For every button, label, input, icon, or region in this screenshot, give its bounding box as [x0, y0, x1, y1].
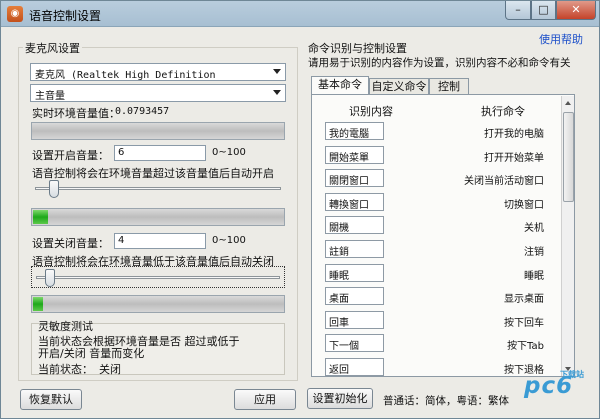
col-recognize-header: 识别内容 [349, 105, 393, 118]
close-level-fill [33, 297, 43, 311]
slider-thumb[interactable] [49, 180, 60, 198]
ambient-volume-label: 实时环境音量值： [32, 107, 120, 120]
volume-select[interactable]: 主音量 [30, 84, 286, 102]
ambient-volume-value: 0.0793457 [115, 106, 170, 117]
mic-group-title: 麦克风设置 [23, 40, 82, 56]
watermark-sub: 下载站 [560, 370, 584, 379]
command-list-panel: 识别内容 执行命令 我的電腦 打开我的电脑開始菜單 打开开始菜单關閉窗口 关闭当前活动… [311, 94, 575, 377]
close-button[interactable]: ✕ [556, 1, 596, 20]
status-value: 关闭 [99, 363, 121, 376]
command-list-scrollbar[interactable] [561, 96, 574, 376]
slider-track [35, 187, 281, 190]
recognize-input[interactable]: 轉換窗口 [325, 192, 384, 211]
close-volume-slider[interactable] [31, 266, 285, 288]
command-group-title: 命令识别与控制设置 [308, 42, 407, 55]
language-footer: 普通话：简体，粤语：繁体 [383, 395, 509, 407]
close-level-bar [31, 295, 285, 313]
apply-button[interactable]: 应用 [234, 389, 296, 410]
minimize-button[interactable]: – [505, 1, 531, 20]
status-label: 当前状态： [38, 363, 93, 376]
command-label: 关机 [524, 223, 544, 235]
command-label: 睡眠 [524, 270, 544, 282]
open-volume-input[interactable]: 6 [114, 145, 206, 161]
recognize-input[interactable]: 回車 [325, 310, 384, 329]
open-level-fill [33, 210, 48, 224]
recognize-input[interactable]: 註銷 [325, 240, 384, 258]
chevron-down-icon [273, 90, 281, 95]
sensitivity-desc-2: 开启/关闭 音量而变化 [38, 347, 145, 360]
open-volume-range: 0~100 [212, 147, 246, 158]
command-label: 显示桌面 [504, 294, 544, 306]
command-label: 打开我的电脑 [484, 129, 544, 140]
command-label: 注销 [524, 247, 544, 258]
close-volume-input[interactable]: 4 [114, 233, 206, 249]
sensitivity-title: 灵敏度测试 [38, 320, 93, 333]
recognize-input[interactable]: 下一個 [325, 334, 384, 353]
init-settings-button[interactable]: 设置初始化 [307, 388, 373, 409]
volume-select-value: 主音量 [35, 91, 65, 102]
device-select[interactable]: 麦克风 (Realtek High Definition [30, 63, 286, 81]
open-volume-slider[interactable] [31, 178, 285, 200]
scroll-up-icon[interactable] [565, 101, 571, 105]
settings-window: ◉ 语音控制设置 – □ ✕ 麦克风设置 麦克风 (Realtek High D… [0, 0, 600, 419]
slider-track [36, 276, 280, 279]
close-volume-range: 0~100 [212, 235, 246, 246]
recognize-input[interactable]: 返回 [325, 358, 384, 376]
command-label: 按下回车 [504, 317, 544, 329]
help-link[interactable]: 使用帮助 [539, 31, 583, 47]
device-select-value: 麦克风 (Realtek High Definition [35, 70, 216, 81]
recognize-input[interactable]: 桌面 [325, 287, 384, 306]
col-command-header: 执行命令 [481, 105, 525, 118]
slider-thumb[interactable] [45, 269, 56, 287]
command-label: 打开开始菜单 [484, 152, 544, 164]
maximize-button[interactable]: □ [531, 1, 556, 20]
recognize-input[interactable]: 開始菜單 [325, 145, 384, 164]
recognize-input[interactable]: 睡眠 [325, 263, 384, 282]
recognize-input[interactable]: 關閉窗口 [325, 169, 384, 188]
command-desc: 请用易于识别的内容作为设置，识别内容不必和命令有关 [308, 57, 571, 69]
app-icon: ◉ [7, 6, 23, 22]
recognize-input[interactable]: 關機 [325, 216, 384, 235]
command-label: 按下Tab [507, 341, 544, 353]
title-bar[interactable]: ◉ 语音控制设置 – □ ✕ [1, 1, 599, 27]
tab-basic-commands[interactable]: 基本命令 [311, 76, 369, 96]
reset-default-button[interactable]: 恢复默认 [20, 389, 82, 410]
ambient-level-bar [31, 122, 285, 140]
open-level-bar [31, 208, 285, 226]
watermark-logo: pc6 下载站 [524, 370, 600, 419]
recognize-input[interactable]: 我的電腦 [325, 122, 384, 140]
chevron-down-icon [273, 69, 281, 74]
open-volume-label: 设置开启音量： [32, 149, 109, 162]
scrollbar-thumb[interactable] [563, 112, 574, 202]
command-label: 切换窗口 [504, 199, 544, 211]
close-volume-label: 设置关闭音量： [32, 237, 109, 250]
window-title: 语音控制设置 [29, 9, 102, 23]
command-label: 关闭当前活动窗口 [464, 176, 544, 188]
